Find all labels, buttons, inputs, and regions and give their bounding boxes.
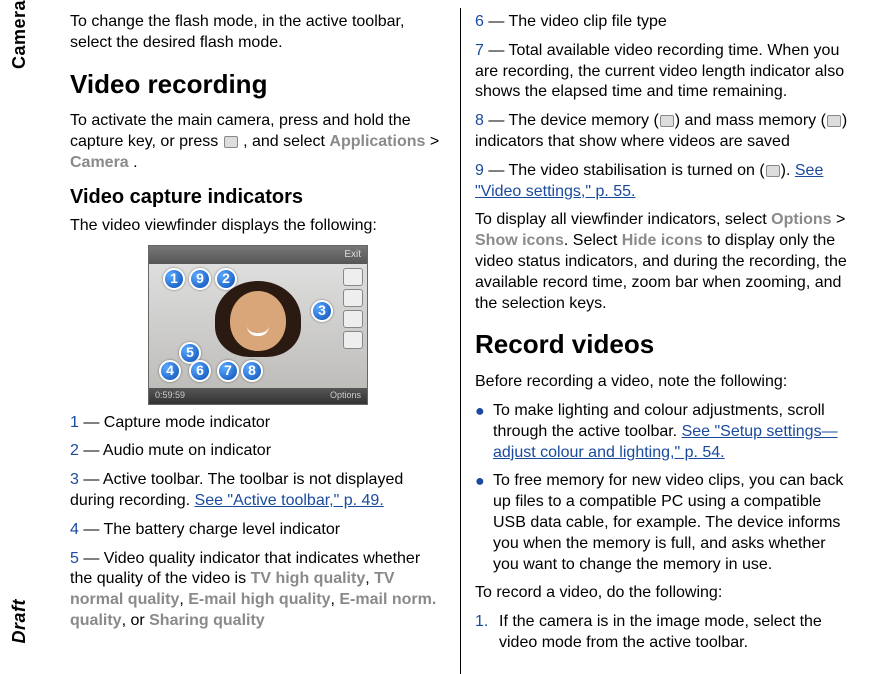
indicator-1: 1 — Capture mode indicator (70, 413, 446, 434)
indicator-4: 4 — The battery charge level indicator (70, 520, 446, 541)
mass-memory-icon (827, 115, 841, 127)
activate-camera-paragraph: To activate the main camera, press and h… (70, 111, 446, 173)
indicator-number: 1 (70, 414, 79, 431)
indicator-3: 3 — Active toolbar. The toolbar is not d… (70, 470, 446, 512)
toolbar-button-icon (343, 331, 363, 349)
indicator-text: — Capture mode indicator (79, 414, 270, 431)
indicator-7: 7 — Total available video recording time… (475, 41, 851, 103)
before-recording-intro: Before recording a video, note the follo… (475, 372, 851, 393)
callout-7: 7 (217, 360, 239, 382)
left-column: To change the flash mode, in the active … (60, 8, 461, 674)
indicator-number: 2 (70, 442, 79, 459)
indicator-8: 8 — The device memory ( ) and mass memory… (475, 111, 851, 153)
callout-9: 9 (189, 268, 211, 290)
callout-1: 1 (163, 268, 185, 290)
callout-8: 8 (241, 360, 263, 382)
list-item: To make lighting and colour adjustments,… (475, 401, 851, 463)
text: , (179, 591, 188, 608)
toolbar-button-icon (343, 310, 363, 328)
indicator-text: — The video stabilisation is turned on ( (484, 162, 765, 179)
indicator-9: 9 — The video stabilisation is turned on… (475, 161, 851, 203)
heading-video-capture-indicators: Video capture indicators (70, 184, 446, 210)
bullet-text: To free memory for new video clips, you … (493, 472, 843, 572)
toolbar-button-icon (343, 268, 363, 286)
viewfinder-titlebar: Exit (149, 246, 367, 264)
heading-record-videos: Record videos (475, 328, 851, 362)
indicator-number: 9 (475, 162, 484, 179)
hide-icons-label: Hide icons (622, 232, 703, 249)
text: , or (122, 612, 150, 629)
viewfinder-footer: 0:59:59 Options (149, 388, 367, 404)
heading-video-recording: Video recording (70, 68, 446, 102)
active-toolbar-link[interactable]: See "Active toolbar," p. 49. (195, 492, 384, 509)
device-memory-icon (660, 115, 674, 127)
text: , (365, 570, 374, 587)
footer-time: 0:59:59 (155, 390, 185, 402)
toolbar-button-icon (343, 289, 363, 307)
viewfinder-intro: The video viewfinder displays the follow… (70, 216, 446, 237)
list-item: To free memory for new video clips, you … (475, 471, 851, 575)
indicator-number: 4 (70, 521, 79, 538)
indicator-text: — The device memory ( (484, 112, 659, 129)
list-item: 1. If the camera is in the image mode, s… (475, 612, 851, 654)
stabilisation-icon (766, 165, 780, 177)
indicator-text: — The video clip file type (484, 13, 667, 30)
text: , and select (243, 133, 329, 150)
indicator-text: ) and mass memory ( (675, 112, 826, 129)
indicator-6: 6 — The video clip file type (475, 12, 851, 33)
indicator-text: — Total available video recording time. … (475, 42, 844, 101)
exit-label: Exit (344, 248, 361, 261)
indicator-text: ). (781, 162, 795, 179)
record-steps: 1. If the camera is in the image mode, s… (475, 612, 851, 654)
callout-2: 2 (215, 268, 237, 290)
viewfinder-toolbar (343, 268, 363, 352)
indicator-text: — The battery charge level indicator (79, 521, 340, 538)
indicator-number: 3 (70, 471, 79, 488)
indicator-text: — Audio mute on indicator (79, 442, 271, 459)
quality-label: E-mail high quality (188, 591, 330, 608)
page-columns: To change the flash mode, in the active … (0, 0, 871, 674)
before-recording-bullets: To make lighting and colour adjustments,… (475, 401, 851, 575)
indicator-number: 5 (70, 550, 79, 567)
camera-label: Camera (70, 154, 129, 171)
flash-mode-paragraph: To change the flash mode, in the active … (70, 12, 446, 54)
right-column: 6 — The video clip file type 7 — Total a… (461, 8, 861, 674)
side-tab-draft: Draft (8, 599, 31, 644)
callout-4: 4 (159, 360, 181, 382)
side-tab-camera: Camera (8, 0, 31, 69)
quality-label: Sharing quality (149, 612, 265, 629)
show-icons-label: Show icons (475, 232, 564, 249)
step-number: 1. (475, 612, 488, 633)
display-all-paragraph: To display all viewfinder indicators, se… (475, 210, 851, 314)
applications-label: Applications (329, 133, 425, 150)
callout-3: 3 (311, 300, 333, 322)
text: > (430, 133, 439, 150)
to-record-intro: To record a video, do the following: (475, 583, 851, 604)
indicator-number: 6 (475, 13, 484, 30)
indicator-number: 7 (475, 42, 484, 59)
text: . (133, 154, 137, 171)
text: > (832, 211, 846, 228)
quality-label: TV high quality (251, 570, 366, 587)
indicator-2: 2 — Audio mute on indicator (70, 441, 446, 462)
indicator-5: 5 — Video quality indicator that indicat… (70, 549, 446, 632)
indicator-number: 8 (475, 112, 484, 129)
options-label: Options (330, 390, 361, 402)
text: . Select (564, 232, 622, 249)
callout-6: 6 (189, 360, 211, 382)
viewfinder-screenshot: Exit 1 9 2 3 4 5 6 7 8 0:59:59 (148, 245, 368, 405)
text: To display all viewfinder indicators, se… (475, 211, 771, 228)
options-menu-label: Options (771, 211, 831, 228)
menu-key-icon (224, 136, 238, 148)
step-text: If the camera is in the image mode, sele… (499, 613, 822, 651)
